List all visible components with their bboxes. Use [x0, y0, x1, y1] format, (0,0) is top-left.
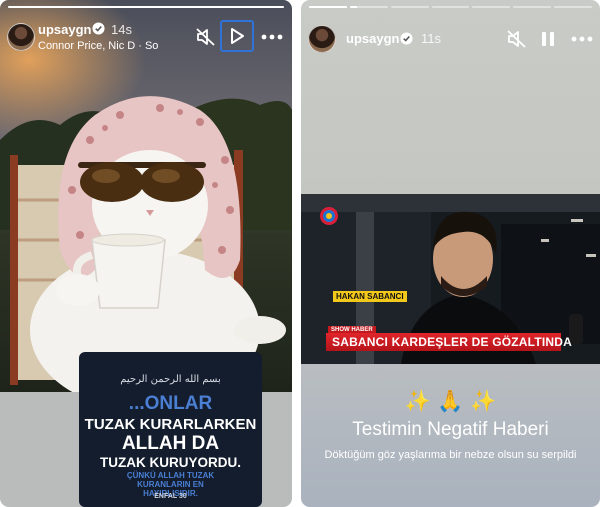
news-lower-third: SHOW HABER SABANCI KARDEŞLER DE GÖZALTIN… [326, 326, 573, 351]
mute-button[interactable] [505, 27, 529, 51]
sparkles-icon: ✨ [470, 389, 497, 413]
person-name-tag: HAKAN SABANCI [333, 291, 407, 302]
post-time: 14s [111, 22, 132, 37]
more-options-button[interactable] [260, 25, 284, 49]
story-photo-cat [0, 0, 292, 392]
verified-badge-icon [92, 22, 105, 35]
quote-card: بسم الله الرحمن الرحيم ...ONLAR TUZAK KU… [79, 352, 262, 507]
story-caption-text: Döktüğüm göz yaşlarıma bir nebze olsun s… [324, 449, 577, 461]
story-progress [8, 6, 284, 8]
music-label[interactable]: Connor Price, Nic D · So [38, 40, 188, 52]
progress-segment [431, 6, 470, 8]
quote-arabic-calligraphy: بسم الله الرحمن الرحيم [120, 374, 221, 385]
quote-line-3: ALLAH DA [121, 433, 220, 454]
progress-segment [554, 6, 593, 8]
speaker-muted-icon [507, 30, 526, 48]
username[interactable]: upsaygn [38, 22, 91, 37]
story-left[interactable]: upsaygn 14s Connor Price, Nic D · So بسم… [0, 0, 292, 507]
sparkles-icon: ✨ [404, 389, 431, 413]
username[interactable]: upsaygn [346, 31, 399, 46]
avatar[interactable] [308, 25, 336, 53]
progress-segment [513, 6, 552, 8]
progress-segment [8, 6, 284, 8]
emoji-row: ✨ 🙏 ✨ [301, 389, 600, 413]
quote-reference: ENFAL 30 [154, 493, 187, 500]
play-button[interactable] [220, 20, 254, 52]
verified-badge-icon [400, 32, 413, 45]
progress-segment [390, 6, 429, 8]
progress-segment [349, 6, 388, 8]
play-icon [231, 28, 244, 44]
progress-segment [309, 6, 347, 8]
more-horizontal-icon [261, 34, 283, 40]
praying-hands-icon: 🙏 [437, 389, 464, 413]
news-video-frame: HAKAN SABANCI SHOW HABER SABANCI KARDEŞL… [301, 194, 600, 364]
news-headline-ticker: SABANCI KARDEŞLER DE GÖZALTINDA [326, 333, 572, 351]
quote-line-4: TUZAK KURUYORDU. [100, 455, 241, 470]
more-horizontal-icon [571, 36, 593, 42]
avatar[interactable] [7, 23, 35, 51]
speaker-muted-icon [196, 28, 215, 46]
more-options-button[interactable] [570, 27, 594, 51]
quote-line-1: ...ONLAR [128, 393, 213, 414]
progress-segment [472, 6, 511, 8]
mute-button[interactable] [194, 25, 218, 49]
story-right[interactable]: upsaygn 11s HAKAN SABANCI SHOW HABER SAB… [301, 0, 600, 507]
story-headline-text: Testimin Negatif Haberi [352, 419, 549, 440]
post-time: 11s [421, 31, 441, 46]
pause-button[interactable] [536, 27, 560, 51]
show-tv-logo [320, 207, 338, 225]
story-progress [309, 6, 593, 8]
quote-line-2: TUZAK KURARLARKEN [84, 416, 257, 433]
pause-icon [542, 32, 554, 46]
